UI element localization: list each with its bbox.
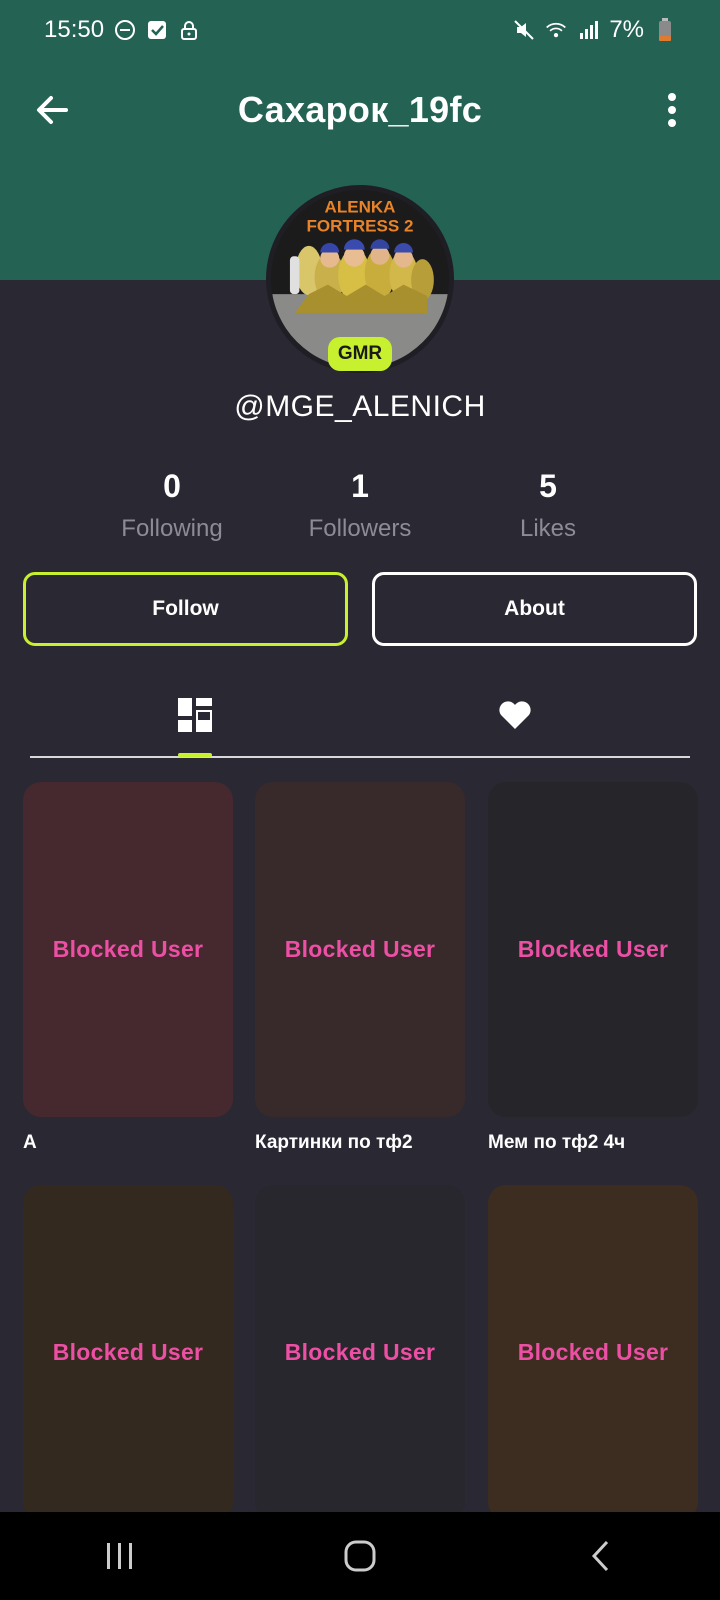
stat-followers[interactable]: 1 Followers [260, 468, 460, 543]
tab-divider [30, 756, 690, 758]
stat-label: Followers [308, 515, 412, 542]
video-card[interactable]: Blocked User [488, 1185, 698, 1520]
video-card[interactable]: Blocked User [255, 782, 465, 1117]
content-tabs [30, 680, 690, 760]
blocked-user-label: Blocked User [517, 936, 669, 962]
stat-label: Likes [519, 515, 577, 542]
blocked-user-label: Blocked User [52, 1339, 204, 1365]
battery-percent: 7% [609, 16, 644, 43]
battery-icon [654, 18, 676, 41]
profile-stats: 0 Following 1 Followers 5 Likes [0, 468, 720, 548]
video-caption: A [23, 1132, 37, 1153]
status-bar: 15:50 7% [0, 0, 720, 60]
system-nav-bar [0, 1512, 720, 1600]
video-card[interactable]: Blocked User [23, 782, 233, 1117]
avatar-container: ALENKA FORTRESS 2 GMR [266, 185, 454, 373]
back-icon [591, 1540, 609, 1572]
signal-icon [577, 19, 599, 41]
check-icon [146, 19, 168, 41]
stat-value: 1 [351, 468, 369, 504]
heart-icon [499, 701, 531, 729]
blocked-user-label: Blocked User [284, 1339, 436, 1365]
gmr-badge: GMR [328, 337, 392, 371]
avatar-text-line1: ALENKA [325, 198, 396, 217]
home-icon [344, 1540, 376, 1572]
back-button[interactable] [560, 1526, 640, 1586]
blocked-user-label: Blocked User [52, 936, 204, 962]
more-options-button[interactable] [660, 88, 684, 132]
lock-icon [178, 19, 200, 41]
stat-likes[interactable]: 5 Likes [448, 468, 648, 543]
status-time: 15:50 [44, 16, 105, 43]
video-card[interactable]: Blocked User [255, 1185, 465, 1520]
stat-value: 5 [539, 468, 557, 504]
grid-icon [178, 698, 212, 732]
blocked-user-label: Blocked User [284, 936, 436, 962]
wifi-icon [545, 19, 567, 41]
do-not-disturb-icon [114, 19, 136, 41]
home-button[interactable] [320, 1526, 400, 1586]
video-caption: Картинки по тф2 [255, 1132, 413, 1153]
stat-following[interactable]: 0 Following [72, 468, 272, 543]
stat-label: Following [121, 515, 223, 542]
avatar-text-line2: FORTRESS 2 [307, 217, 414, 236]
video-card[interactable]: Blocked User [488, 782, 698, 1117]
back-arrow-button[interactable] [30, 88, 74, 132]
tab-videos[interactable] [165, 690, 225, 740]
username: @MGE_ALENICH [234, 390, 486, 423]
active-tab-indicator [178, 753, 212, 757]
back-arrow-icon [37, 96, 68, 124]
app-bar: Сахарок_19fc [0, 75, 720, 145]
video-caption: Мем по тф2 4ч [488, 1132, 626, 1153]
blocked-user-label: Blocked User [517, 1339, 669, 1365]
recents-icon [107, 1543, 132, 1569]
page-title: Сахарок_19fc [237, 89, 483, 130]
recents-button[interactable] [80, 1526, 160, 1586]
follow-button[interactable]: Follow [23, 572, 348, 646]
tab-liked[interactable] [485, 690, 545, 740]
mute-icon [513, 19, 535, 41]
video-card[interactable]: Blocked User [23, 1185, 233, 1520]
more-vertical-icon [668, 93, 676, 127]
about-button[interactable]: About [372, 572, 697, 646]
stat-value: 0 [163, 468, 181, 504]
